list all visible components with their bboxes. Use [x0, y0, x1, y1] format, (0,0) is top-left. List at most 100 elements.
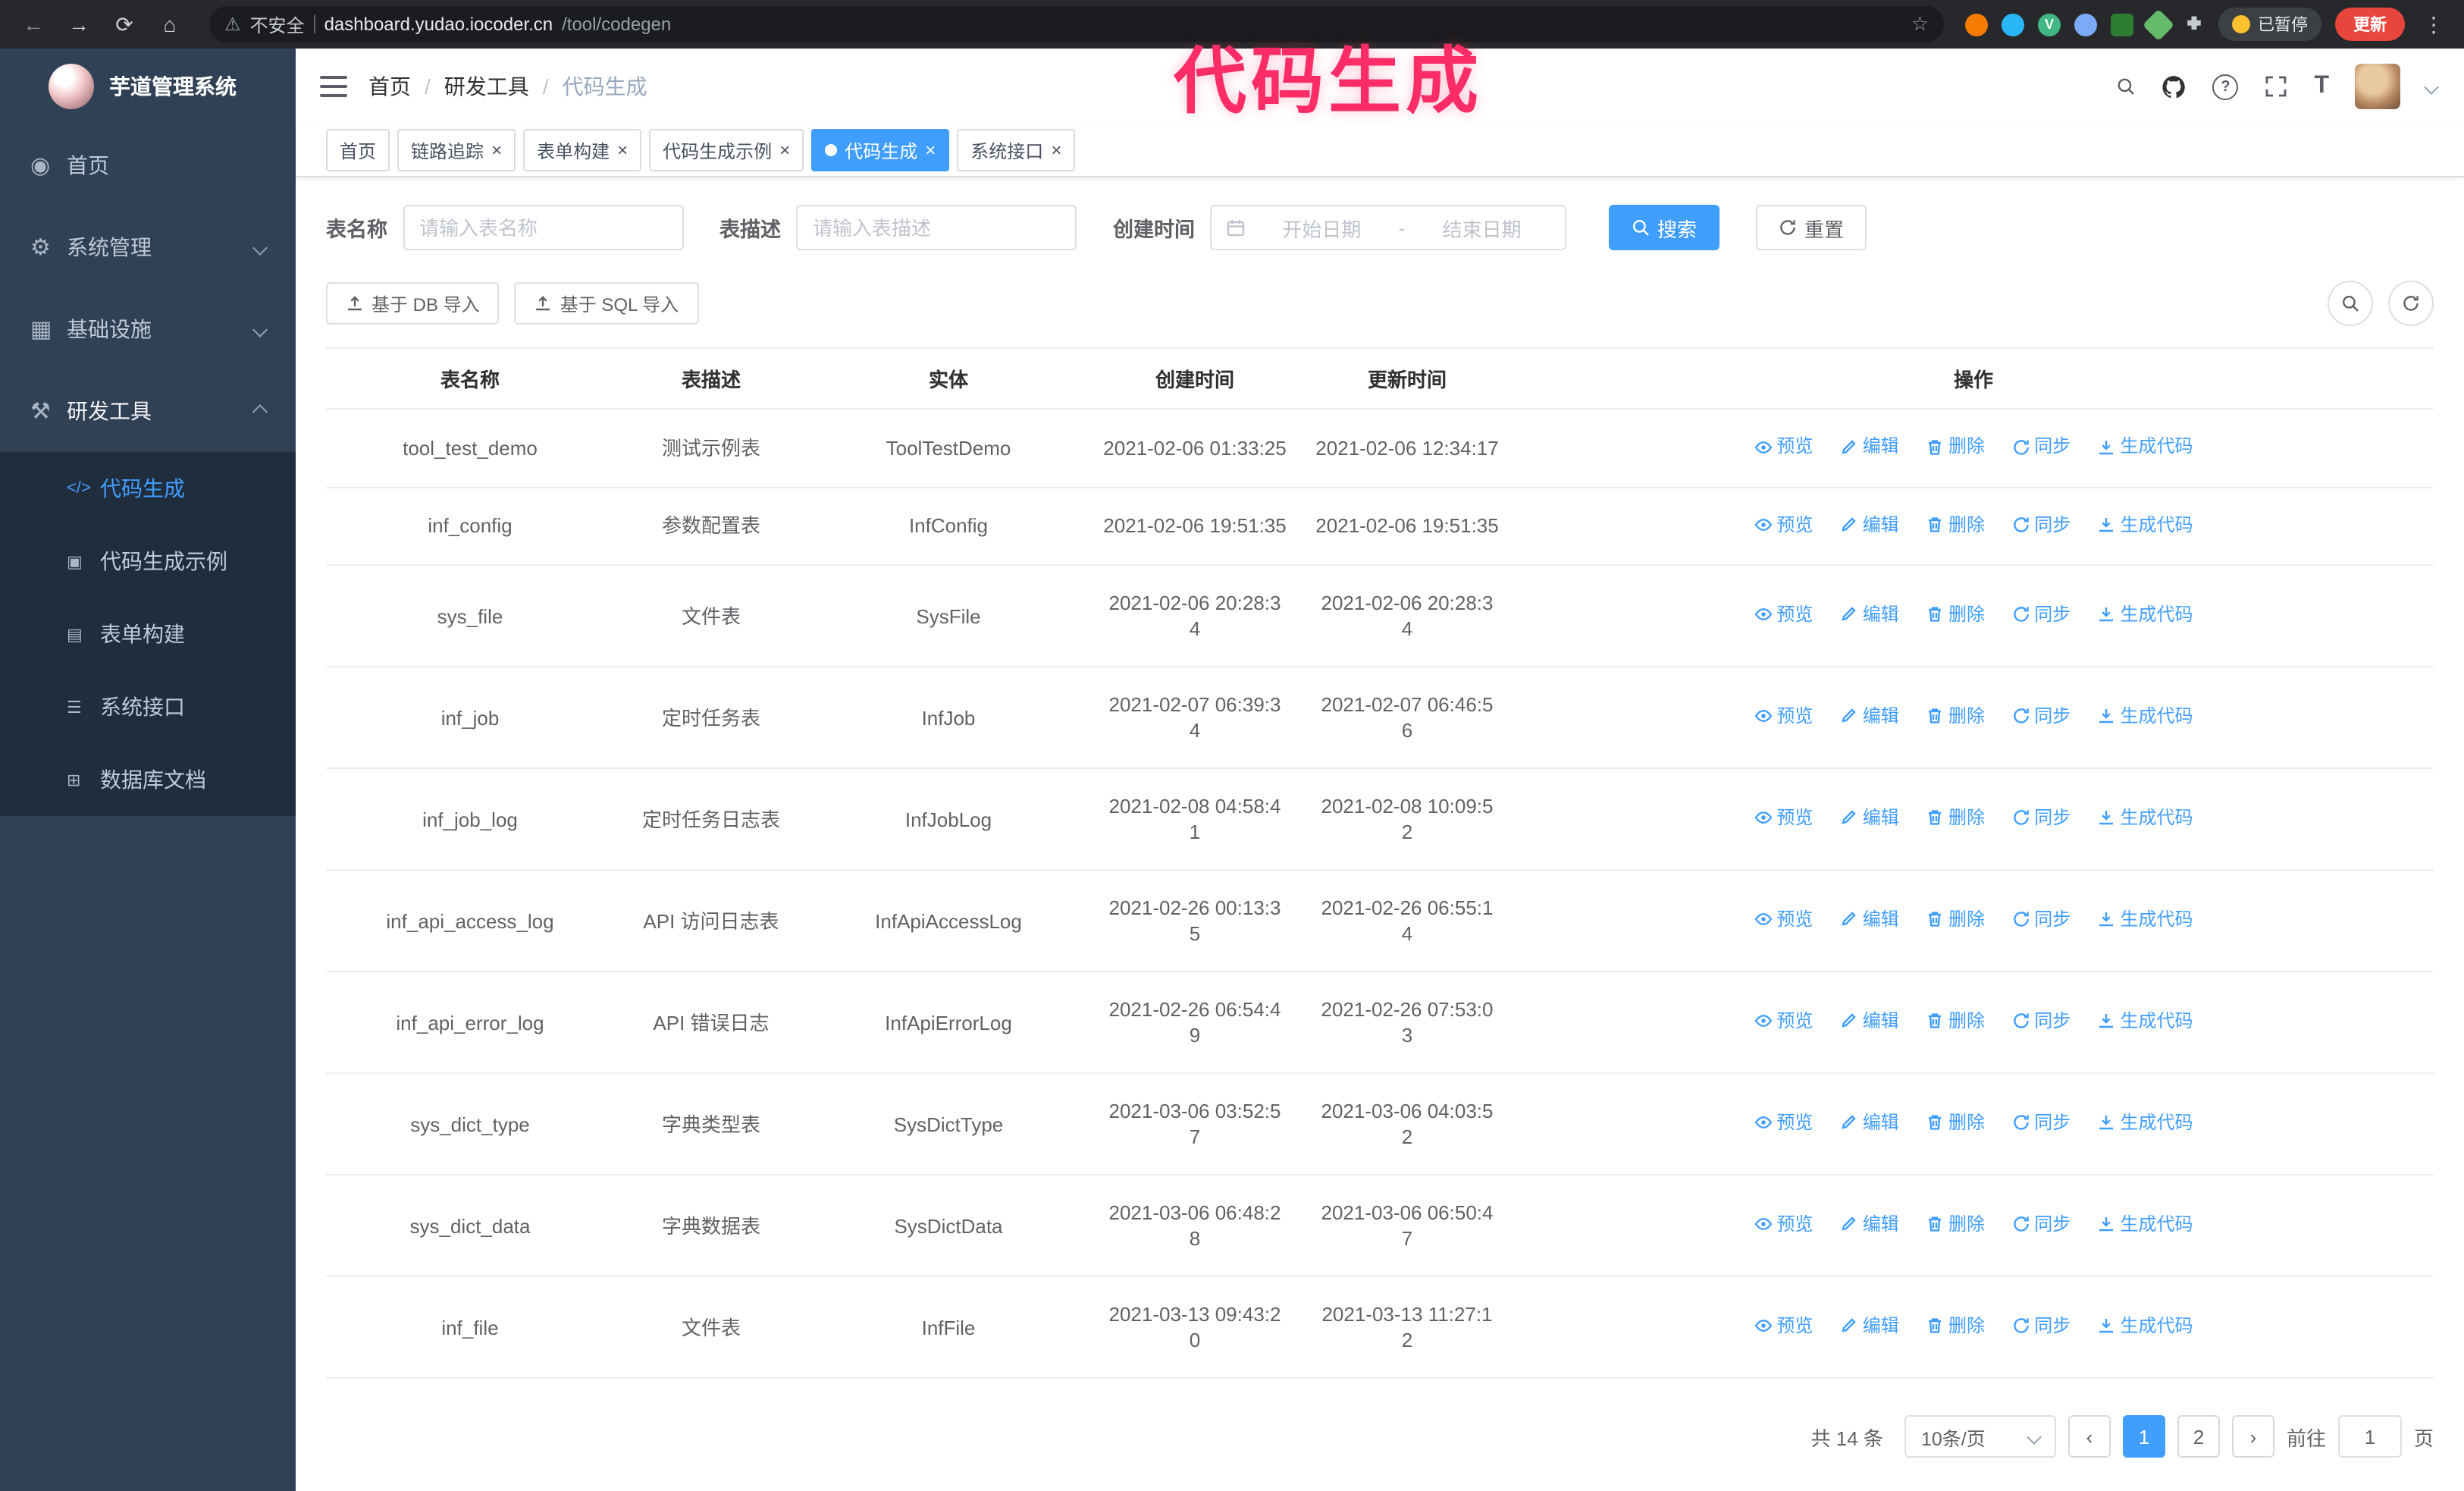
delete-link[interactable]: 删除: [1926, 907, 1985, 933]
sync-link[interactable]: 同步: [2011, 1314, 2071, 1339]
edit-link[interactable]: 编辑: [1840, 434, 1899, 460]
import-sql-button[interactable]: 基于 SQL 导入: [514, 282, 699, 325]
preview-link[interactable]: 预览: [1754, 434, 1813, 460]
forward-icon[interactable]: →: [61, 6, 97, 42]
close-icon[interactable]: ×: [617, 141, 628, 159]
vue-devtools-icon[interactable]: V: [2038, 13, 2061, 36]
extension-icon[interactable]: [1965, 13, 1988, 36]
delete-link[interactable]: 删除: [1926, 434, 1985, 460]
close-icon[interactable]: ×: [779, 141, 790, 159]
preview-link[interactable]: 预览: [1754, 1212, 1813, 1238]
browser-menu-icon[interactable]: ⋮: [2419, 11, 2449, 37]
tab-system-api[interactable]: 系统接口 ×: [957, 129, 1076, 171]
edit-link[interactable]: 编辑: [1840, 1314, 1899, 1339]
breadcrumb-dev-tools[interactable]: 研发工具: [444, 71, 529, 102]
preview-link[interactable]: 预览: [1754, 512, 1813, 538]
bookmark-star-icon[interactable]: ☆: [1911, 12, 1929, 36]
sidebar-item-codegen-example[interactable]: ▣ 代码生成示例: [0, 525, 296, 598]
sidebar-item-system-api[interactable]: ☰ 系统接口: [0, 670, 296, 743]
generate-code-link[interactable]: 生成代码: [2098, 434, 2193, 460]
sidebar-item-infrastructure[interactable]: ▦ 基础设施: [0, 288, 296, 370]
sync-link[interactable]: 同步: [2011, 1212, 2071, 1238]
extension-icon[interactable]: [2074, 13, 2097, 36]
edit-link[interactable]: 编辑: [1840, 512, 1899, 538]
close-icon[interactable]: ×: [1051, 141, 1061, 159]
delete-link[interactable]: 删除: [1926, 1314, 1985, 1339]
generate-code-link[interactable]: 生成代码: [2098, 512, 2193, 538]
table-desc-input[interactable]: [796, 205, 1077, 250]
tab-form-builder[interactable]: 表单构建 ×: [523, 129, 642, 171]
help-icon[interactable]: ?: [2212, 74, 2239, 99]
delete-link[interactable]: 删除: [1926, 704, 1985, 730]
sync-link[interactable]: 同步: [2011, 704, 2071, 730]
edit-link[interactable]: 编辑: [1840, 907, 1899, 933]
extension-icon[interactable]: [2111, 13, 2133, 36]
table-name-input[interactable]: [403, 205, 683, 250]
close-icon[interactable]: ×: [925, 141, 936, 159]
goto-page-input[interactable]: [2337, 1415, 2402, 1458]
chevron-down-icon[interactable]: [2424, 79, 2439, 94]
preview-link[interactable]: 预览: [1754, 1009, 1813, 1034]
sidebar-item-system-management[interactable]: ⚙ 系统管理: [0, 206, 296, 288]
edit-link[interactable]: 编辑: [1840, 1009, 1899, 1034]
sidebar-item-dev-tools[interactable]: ⚒ 研发工具: [0, 370, 296, 452]
import-db-button[interactable]: 基于 DB 导入: [326, 282, 500, 325]
preview-link[interactable]: 预览: [1754, 907, 1813, 933]
generate-code-link[interactable]: 生成代码: [2098, 704, 2193, 730]
extension-icon[interactable]: [2142, 8, 2175, 41]
delete-link[interactable]: 删除: [1926, 602, 1985, 628]
prev-page-button[interactable]: ‹: [2067, 1415, 2111, 1458]
generate-code-link[interactable]: 生成代码: [2098, 1314, 2193, 1339]
generate-code-link[interactable]: 生成代码: [2098, 805, 2193, 831]
next-page-button[interactable]: ›: [2231, 1415, 2274, 1458]
edit-link[interactable]: 编辑: [1840, 1212, 1899, 1238]
hamburger-icon[interactable]: [320, 76, 347, 97]
toggle-search-button[interactable]: [2328, 281, 2373, 326]
sidebar-item-codegen[interactable]: </> 代码生成: [0, 452, 296, 525]
tab-codegen-example[interactable]: 代码生成示例 ×: [649, 129, 804, 171]
generate-code-link[interactable]: 生成代码: [2098, 1009, 2193, 1034]
close-icon[interactable]: ×: [491, 141, 502, 159]
font-size-icon[interactable]: T: [2314, 73, 2329, 100]
generate-code-link[interactable]: 生成代码: [2098, 1212, 2193, 1238]
tab-home[interactable]: 首页: [326, 129, 390, 171]
sync-link[interactable]: 同步: [2011, 1110, 2071, 1136]
sync-link[interactable]: 同步: [2011, 805, 2071, 831]
sync-link[interactable]: 同步: [2011, 1009, 2071, 1034]
breadcrumb-home[interactable]: 首页: [368, 71, 411, 102]
search-icon[interactable]: [2117, 77, 2135, 96]
preview-link[interactable]: 预览: [1754, 1110, 1813, 1136]
tab-trace[interactable]: 链路追踪 ×: [397, 129, 516, 171]
github-icon[interactable]: [2161, 74, 2187, 99]
extensions-puzzle-icon[interactable]: [2183, 14, 2205, 35]
sidebar-item-form-builder[interactable]: ▤ 表单构建: [0, 598, 296, 670]
delete-link[interactable]: 删除: [1926, 1110, 1985, 1136]
reset-button[interactable]: 重置: [1756, 205, 1867, 250]
page-button-2[interactable]: 2: [2177, 1415, 2220, 1458]
edit-link[interactable]: 编辑: [1840, 602, 1899, 628]
address-bar[interactable]: ⚠ 不安全 dashboard.yudao.iocoder.cn/tool/co…: [209, 6, 1944, 42]
delete-link[interactable]: 删除: [1926, 1009, 1985, 1034]
user-avatar[interactable]: [2355, 64, 2400, 109]
generate-code-link[interactable]: 生成代码: [2098, 1110, 2193, 1136]
extension-icon[interactable]: [2002, 13, 2024, 36]
edit-link[interactable]: 编辑: [1840, 704, 1899, 730]
preview-link[interactable]: 预览: [1754, 805, 1813, 831]
update-button[interactable]: 更新: [2335, 8, 2405, 41]
sync-link[interactable]: 同步: [2011, 907, 2071, 933]
preview-link[interactable]: 预览: [1754, 602, 1813, 628]
sidebar-item-home[interactable]: ◉ 首页: [0, 124, 296, 206]
home-icon[interactable]: ⌂: [152, 6, 188, 42]
generate-code-link[interactable]: 生成代码: [2098, 602, 2193, 628]
create-time-range-picker[interactable]: 开始日期 - 结束日期: [1210, 205, 1566, 250]
edit-link[interactable]: 编辑: [1840, 805, 1899, 831]
edit-link[interactable]: 编辑: [1840, 1110, 1899, 1136]
sidebar-item-db-doc[interactable]: ⊞ 数据库文档: [0, 743, 296, 816]
sync-link[interactable]: 同步: [2011, 512, 2071, 538]
reload-icon[interactable]: ⟳: [106, 6, 143, 42]
back-icon[interactable]: ←: [15, 6, 52, 42]
paused-badge[interactable]: 已暂停: [2218, 8, 2321, 41]
fullscreen-icon[interactable]: [2264, 74, 2288, 99]
generate-code-link[interactable]: 生成代码: [2098, 907, 2193, 933]
preview-link[interactable]: 预览: [1754, 704, 1813, 730]
